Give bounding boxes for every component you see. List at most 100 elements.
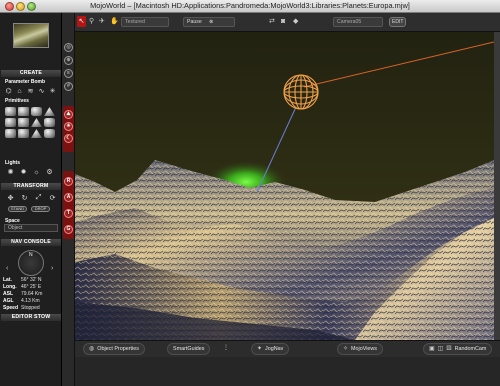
pyramid-primitive-icon[interactable] bbox=[31, 118, 42, 127]
smart-guides-label: SmartGuides bbox=[173, 346, 205, 352]
camera-icon[interactable]: ◙ bbox=[281, 18, 285, 26]
nav-readout: Lat. 56° 32' N Long. 46° 25' E ASL 79.64 Km… bbox=[3, 277, 42, 312]
mode-g-button[interactable]: G bbox=[64, 225, 73, 234]
sync-icon[interactable]: ⇄ bbox=[269, 18, 275, 26]
bomb-atmosphere-icon[interactable]: ∿ bbox=[37, 87, 46, 95]
title-bar: MojoWorld – [Macintosh HD:Applications:P… bbox=[0, 0, 500, 13]
object-properties-label: Object Properties bbox=[97, 346, 139, 352]
top-toolbar: ↖ ⚲ ✈ ✋ Textured Pause ⊗ ⇄ ◙ ◆ Camera05 … bbox=[75, 13, 500, 32]
mode-r-button[interactable]: R bbox=[64, 177, 73, 186]
box-primitive-icon[interactable] bbox=[18, 118, 29, 127]
primitives-grid bbox=[5, 107, 57, 138]
moon-edit-icon[interactable]: ☾ bbox=[64, 134, 73, 143]
random-cam-label: RandomCam bbox=[454, 346, 487, 352]
move-tool-icon[interactable]: ✥ bbox=[6, 194, 15, 202]
mojoviews-label: MojoViews bbox=[351, 346, 377, 352]
point-light-icon[interactable]: ✹ bbox=[19, 168, 28, 176]
cone-primitive-icon[interactable] bbox=[44, 107, 55, 116]
viewport-side-strip bbox=[494, 32, 500, 340]
view-split-icon: ◫ bbox=[437, 346, 444, 352]
plane-primitive-icon[interactable] bbox=[18, 129, 29, 138]
nav-row-long: Long. 46° 25' E bbox=[3, 284, 42, 290]
pause-icon[interactable]: ⊗ bbox=[209, 19, 213, 25]
bomb-all-icon[interactable]: ✳ bbox=[48, 87, 57, 95]
capsule-primitive-icon[interactable] bbox=[44, 118, 55, 127]
sun-light-icon[interactable]: ✺ bbox=[6, 168, 15, 176]
grab-icon[interactable]: ✋ bbox=[110, 18, 119, 26]
mojoviews-button[interactable]: ✧ MojoViews bbox=[337, 343, 383, 355]
nav-right-arrow[interactable]: › bbox=[51, 265, 53, 272]
3d-viewport[interactable] bbox=[75, 32, 494, 340]
spike-primitive-icon[interactable] bbox=[31, 129, 42, 138]
lights-label: Lights bbox=[5, 160, 20, 166]
spot-light-icon[interactable]: ☼ bbox=[32, 168, 41, 176]
planet-thumbnail[interactable] bbox=[13, 23, 49, 48]
fly-icon[interactable]: ✈ bbox=[99, 18, 105, 26]
bomb-terrain-icon[interactable]: ⌬ bbox=[4, 87, 13, 95]
nav-row-speed: Speed Stopped bbox=[3, 305, 40, 311]
torus-primitive-icon[interactable] bbox=[5, 118, 16, 127]
nav-compass[interactable]: N bbox=[18, 250, 44, 276]
parameter-bomb-label: Parameter Bomb bbox=[5, 79, 46, 85]
cylinder-primitive-icon[interactable] bbox=[31, 107, 42, 116]
scale-tool-icon[interactable]: ⤢ bbox=[34, 194, 43, 202]
parameter-bomb-row: ⌬ ⌂ ≋ ∿ ✳ bbox=[4, 87, 57, 96]
lights-row: ✺ ✹ ☼ ⚙ bbox=[6, 168, 54, 177]
layers-icon[interactable]: ≡ bbox=[64, 69, 73, 78]
rotate-tool-icon[interactable]: ↻ bbox=[20, 194, 29, 202]
area-light-icon[interactable]: ⚙ bbox=[45, 168, 54, 176]
left-panel: CREATE Parameter Bomb ⌬ ⌂ ≋ ∿ ✳ Primitiv… bbox=[0, 13, 62, 386]
stand-button[interactable]: STAND bbox=[8, 206, 27, 212]
cube-primitive-icon[interactable] bbox=[18, 107, 29, 116]
window-title: MojoWorld – [Macintosh HD:Applications:P… bbox=[90, 1, 410, 10]
nav-row-asl: ASL 79.64 Km bbox=[3, 291, 43, 297]
sphere-primitive-icon[interactable] bbox=[5, 107, 16, 116]
light-gizmo bbox=[283, 74, 319, 110]
mode-a-button[interactable]: A bbox=[64, 193, 73, 202]
bomb-water-icon[interactable]: ≋ bbox=[26, 87, 35, 95]
transform-header[interactable]: TRANSFORM bbox=[1, 183, 61, 190]
editor-stow-header[interactable]: EDITOR STOW bbox=[1, 314, 61, 321]
pause-control[interactable]: Pause ⊗ bbox=[183, 17, 235, 27]
random-cam-button[interactable]: ▣ ◫ ⚄ RandomCam bbox=[423, 343, 493, 355]
render-mode-value: Textured bbox=[125, 19, 145, 25]
jognav-button[interactable]: ✦ JogNav bbox=[251, 343, 290, 355]
render-mode-select[interactable]: Textured bbox=[121, 17, 169, 27]
select-arrow-icon[interactable]: ↖ bbox=[77, 16, 86, 27]
create-header[interactable]: CREATE bbox=[1, 70, 61, 77]
walk-icon[interactable]: ⚲ bbox=[89, 18, 94, 26]
terrain-render bbox=[75, 32, 494, 340]
orbit-tool-icon[interactable]: ⟳ bbox=[48, 194, 57, 202]
transform-row: ✥ ↻ ⤢ ⟳ bbox=[6, 194, 57, 202]
object-properties-button[interactable]: ◍ Object Properties bbox=[83, 343, 145, 355]
sun-edit-icon[interactable]: ☀ bbox=[64, 122, 73, 131]
jognav-label: JogNav bbox=[265, 346, 284, 352]
nav-row-lat: Lat. 56° 32' N bbox=[3, 277, 42, 283]
world-icon[interactable]: ⊕ bbox=[64, 56, 73, 65]
bomb-sky-icon[interactable]: ⌂ bbox=[15, 87, 24, 95]
object-properties-icon: ◍ bbox=[89, 346, 95, 352]
space-select-value: Object bbox=[8, 225, 23, 231]
grid-icon[interactable]: # bbox=[64, 82, 73, 91]
drop-button[interactable]: DROP bbox=[31, 206, 50, 212]
globe-view-icon[interactable]: ◎ bbox=[64, 43, 73, 52]
camera-edit-button[interactable]: EDIT bbox=[389, 17, 407, 27]
random-cam-icon: ⚄ bbox=[446, 346, 452, 352]
mode-t-button[interactable]: T bbox=[64, 209, 73, 218]
nav-left-arrow[interactable]: ‹ bbox=[6, 265, 8, 272]
mojoviews-icon: ✧ bbox=[343, 346, 349, 352]
guides-stack-icon[interactable]: ⋮ bbox=[223, 344, 229, 351]
space-select[interactable]: Object bbox=[4, 224, 58, 232]
tube-primitive-icon[interactable] bbox=[44, 129, 55, 138]
terrain-edit-icon[interactable]: ⛰ bbox=[64, 110, 73, 119]
bottom-bar: ◍ Object Properties SmartGuides ⋮ ✦ JogN… bbox=[75, 340, 500, 357]
view-square-icon: ▣ bbox=[429, 346, 435, 352]
nav-console-header[interactable]: NAV CONSOLE bbox=[1, 239, 61, 246]
camera-select[interactable]: Camera05 bbox=[333, 17, 383, 27]
disc-primitive-icon[interactable] bbox=[5, 129, 16, 138]
compass-north-label: N bbox=[29, 252, 33, 258]
keyframe-icon[interactable]: ◆ bbox=[293, 18, 298, 26]
smart-guides-button[interactable]: SmartGuides bbox=[167, 343, 211, 355]
primitives-label: Primitives bbox=[5, 98, 29, 104]
pause-label: Pause bbox=[187, 19, 202, 25]
